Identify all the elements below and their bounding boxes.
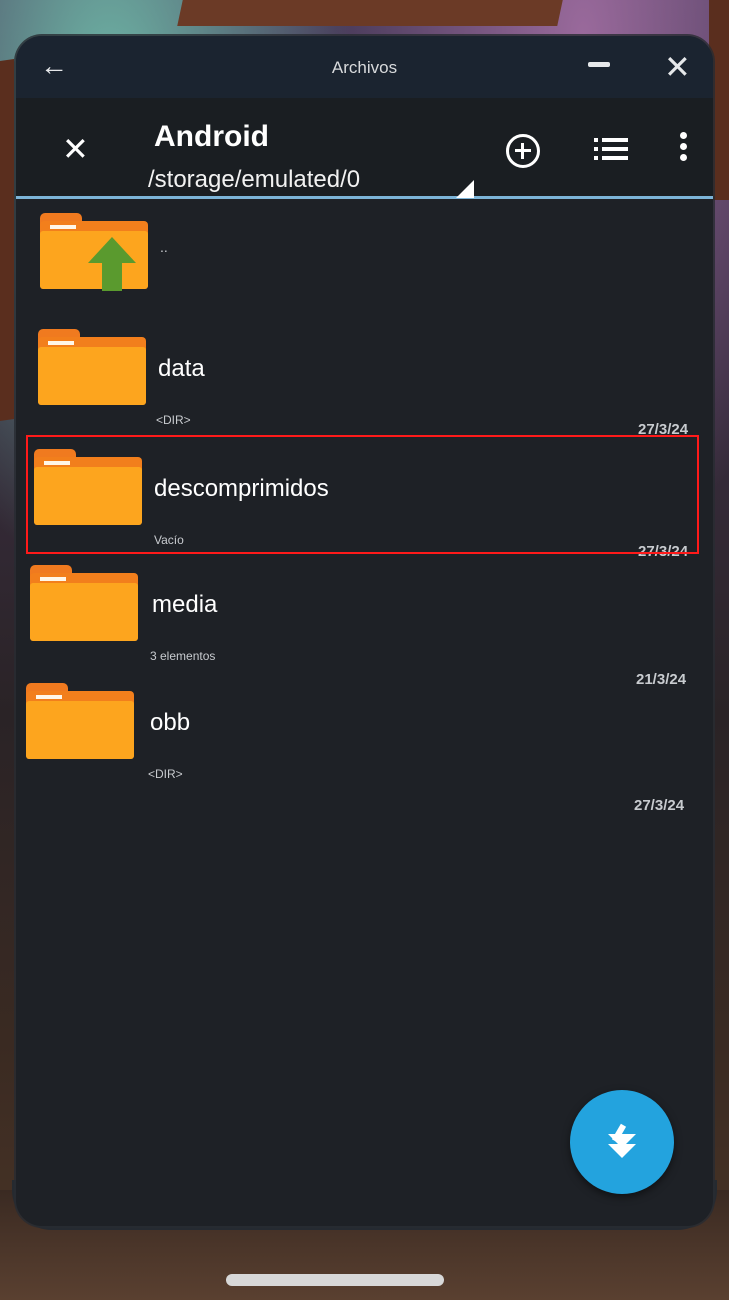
list-item[interactable]: data <DIR> 27/3/24 <box>16 319 713 438</box>
background-beam <box>0 59 14 421</box>
list-item[interactable]: descomprimidos Vacío 27/3/24 <box>16 439 713 560</box>
file-name: obb <box>150 709 191 736</box>
close-icon[interactable]: ✕ <box>664 48 691 86</box>
folder-icon <box>26 683 134 759</box>
file-date: 27/3/24 <box>634 797 685 814</box>
file-name: descomprimidos <box>154 475 329 502</box>
download-icon[interactable] <box>570 1090 674 1194</box>
list-item[interactable]: obb <DIR> 27/3/24 <box>16 675 713 814</box>
folder-icon <box>30 565 138 641</box>
list-item-parent[interactable]: .. <box>16 199 713 317</box>
add-circle-icon[interactable] <box>506 134 540 168</box>
file-meta: <DIR> <box>148 767 183 781</box>
app-toolbar: ✕ Android /storage/emulated/0 <box>16 98 713 199</box>
more-vert-icon[interactable] <box>680 132 688 162</box>
file-name: media <box>152 591 218 618</box>
background-beam <box>177 0 563 26</box>
file-meta: <DIR> <box>156 413 191 427</box>
list-view-icon[interactable] <box>594 138 628 160</box>
home-indicator[interactable] <box>226 1274 444 1286</box>
minimize-icon[interactable] <box>588 62 610 67</box>
path-dropdown-icon[interactable] <box>456 180 474 198</box>
file-date: 27/3/24 <box>638 421 689 438</box>
file-meta: 3 elementos <box>150 649 216 663</box>
file-manager-window: ← Archivos ✕ ✕ Android /storage/emulated… <box>16 36 713 1226</box>
folder-icon <box>34 449 142 525</box>
window-title: Archivos <box>331 58 398 77</box>
folder-icon <box>38 329 146 405</box>
list-item[interactable]: media 3 elementos 21/3/24 <box>16 557 713 688</box>
file-meta: Vacío <box>154 533 184 547</box>
window-titlebar: ← Archivos ✕ <box>16 36 713 98</box>
folder-path[interactable]: /storage/emulated/0 <box>148 166 360 194</box>
file-name: data <box>158 355 205 382</box>
folder-up-icon <box>40 213 148 291</box>
file-name: .. <box>160 239 168 255</box>
folder-title: Android <box>154 120 269 153</box>
close-selection-icon[interactable]: ✕ <box>62 130 89 168</box>
